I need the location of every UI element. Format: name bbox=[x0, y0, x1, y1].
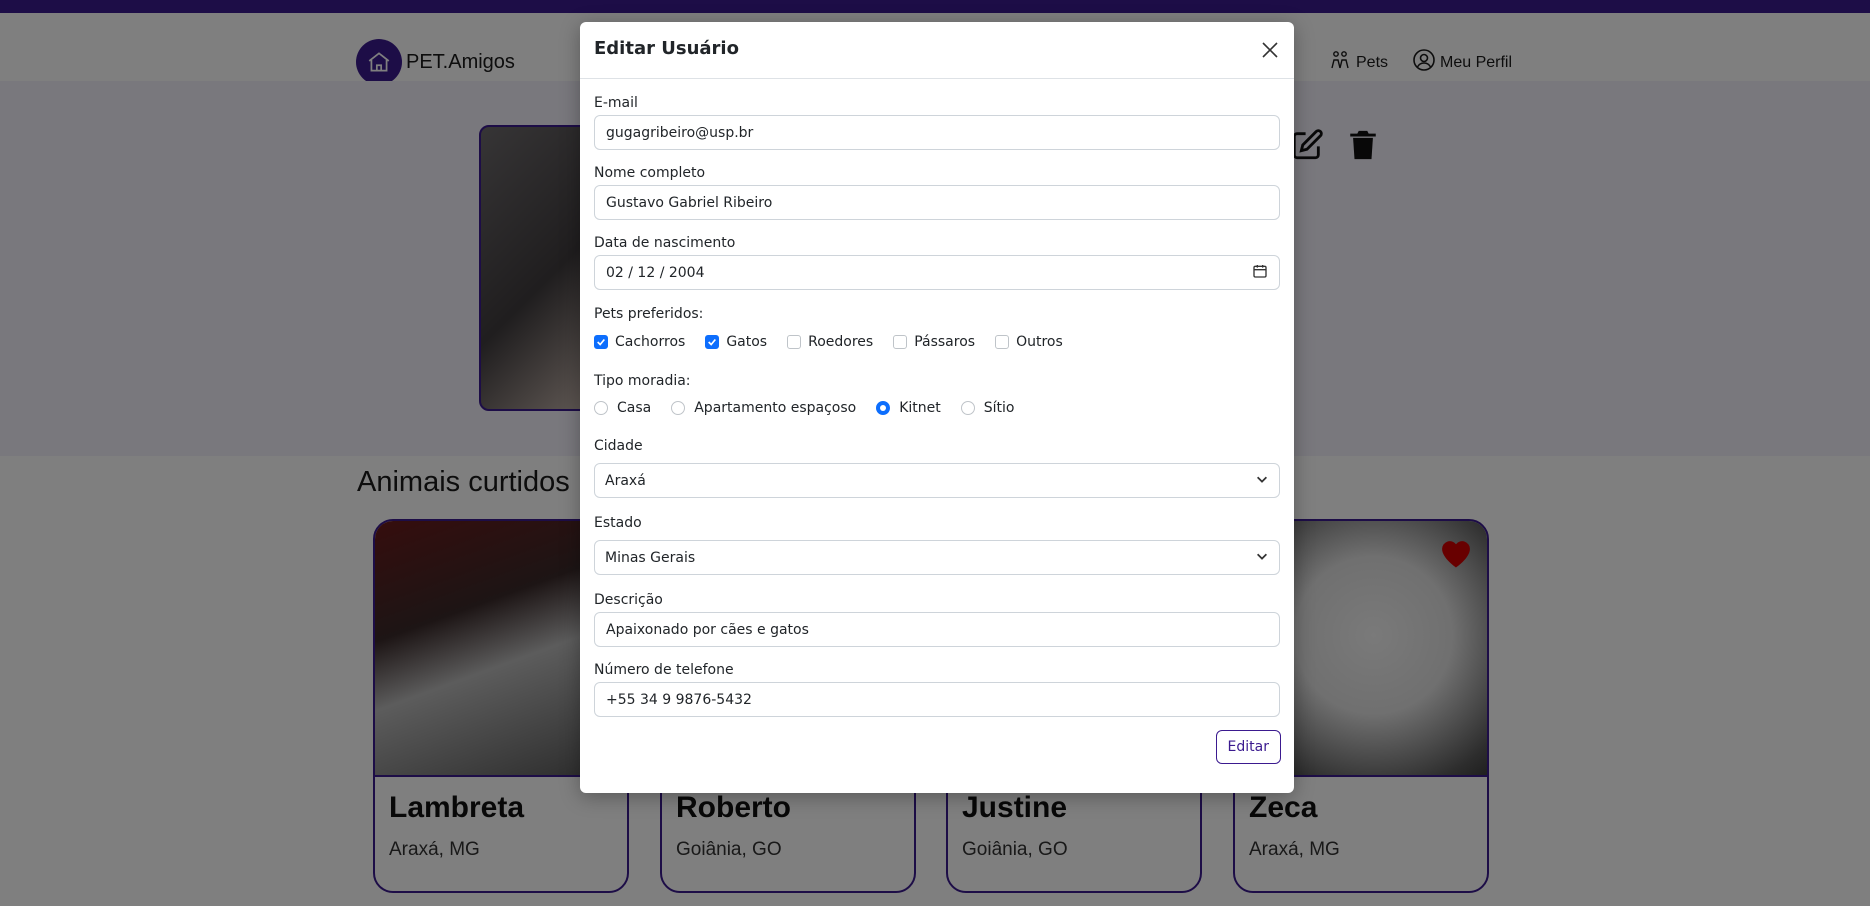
phone-field[interactable]: +55 34 9 9876-5432 bbox=[594, 682, 1280, 717]
city-label: Cidade bbox=[594, 438, 643, 454]
modal-title: Editar Usuário bbox=[594, 38, 739, 59]
description-field[interactable]: Apaixonado por cães e gatos bbox=[594, 612, 1280, 647]
state-label: Estado bbox=[594, 515, 642, 531]
pets-preferred-group: Cachorros Gatos Roedores Pássaros Outros bbox=[594, 334, 1083, 350]
radio-circle[interactable] bbox=[594, 401, 608, 415]
radio-house-label: Casa bbox=[617, 400, 652, 416]
checkbox-dogs[interactable]: Cachorros bbox=[594, 334, 685, 350]
checkbox-box[interactable] bbox=[893, 335, 908, 349]
radio-circle[interactable] bbox=[876, 401, 891, 415]
checkbox-birds[interactable]: Pássaros bbox=[893, 334, 975, 350]
check-icon[interactable] bbox=[705, 335, 720, 349]
description-label: Descrição bbox=[594, 592, 663, 608]
checkbox-rodents-label: Roedores bbox=[808, 334, 874, 350]
name-value: Gustavo Gabriel Ribeiro bbox=[606, 194, 773, 211]
radio-circle[interactable] bbox=[960, 401, 975, 415]
checkbox-rodents[interactable]: Roedores bbox=[787, 334, 873, 350]
modal-header: Editar Usuário bbox=[580, 22, 1294, 79]
name-field[interactable]: Gustavo Gabriel Ribeiro bbox=[594, 185, 1280, 220]
submit-edit-button[interactable]: Editar bbox=[1215, 730, 1281, 764]
radio-farm-label: Sítio bbox=[983, 400, 1015, 416]
chevron-down-icon bbox=[1255, 472, 1269, 490]
phone-value: +55 34 9 9876-5432 bbox=[606, 691, 752, 708]
checkbox-birds-label: Pássaros bbox=[914, 334, 976, 350]
state-value: Minas Gerais bbox=[605, 549, 696, 566]
city-value: Araxá bbox=[605, 472, 646, 489]
housing-group: Casa Apartamento espaçoso Kitnet Sítio bbox=[594, 400, 1035, 416]
radio-house[interactable]: Casa bbox=[594, 400, 651, 416]
birth-label: Data de nascimento bbox=[594, 235, 736, 251]
radio-circle[interactable] bbox=[671, 401, 686, 415]
radio-apartment[interactable]: Apartamento espaçoso bbox=[671, 400, 856, 416]
check-icon[interactable] bbox=[594, 335, 608, 349]
checkbox-box[interactable] bbox=[995, 335, 1010, 349]
chevron-down-icon bbox=[1255, 549, 1269, 567]
edit-user-modal: Editar Usuário E-mail gugagribeiro@usp.b… bbox=[580, 22, 1294, 793]
radio-kitnet[interactable]: Kitnet bbox=[876, 400, 941, 416]
email-field[interactable]: gugagribeiro@usp.br bbox=[594, 115, 1280, 150]
birth-date-field[interactable]: 02 / 12 / 2004 bbox=[594, 255, 1280, 290]
housing-label: Tipo moradia: bbox=[594, 373, 691, 389]
birth-date-value: 02 / 12 / 2004 bbox=[606, 264, 705, 281]
email-label: E-mail bbox=[594, 95, 638, 111]
checkbox-others[interactable]: Outros bbox=[995, 334, 1063, 350]
checkbox-cats-label: Gatos bbox=[726, 334, 768, 350]
name-label: Nome completo bbox=[594, 165, 706, 181]
checkbox-dogs-label: Cachorros bbox=[615, 334, 686, 350]
city-select[interactable]: Araxá bbox=[594, 463, 1280, 498]
checkbox-others-label: Outros bbox=[1016, 334, 1063, 350]
close-icon[interactable] bbox=[1258, 38, 1282, 62]
pets-preferred-label: Pets preferidos: bbox=[594, 306, 704, 322]
email-value: gugagribeiro@usp.br bbox=[606, 124, 754, 141]
phone-label: Número de telefone bbox=[594, 662, 734, 678]
checkbox-cats[interactable]: Gatos bbox=[705, 334, 767, 350]
checkbox-box[interactable] bbox=[787, 335, 802, 349]
radio-apartment-label: Apartamento espaçoso bbox=[694, 400, 857, 416]
state-select[interactable]: Minas Gerais bbox=[594, 540, 1280, 575]
radio-kitnet-label: Kitnet bbox=[899, 400, 941, 416]
calendar-icon[interactable] bbox=[1252, 263, 1268, 283]
description-value: Apaixonado por cães e gatos bbox=[606, 621, 809, 638]
radio-farm[interactable]: Sítio bbox=[960, 400, 1015, 416]
